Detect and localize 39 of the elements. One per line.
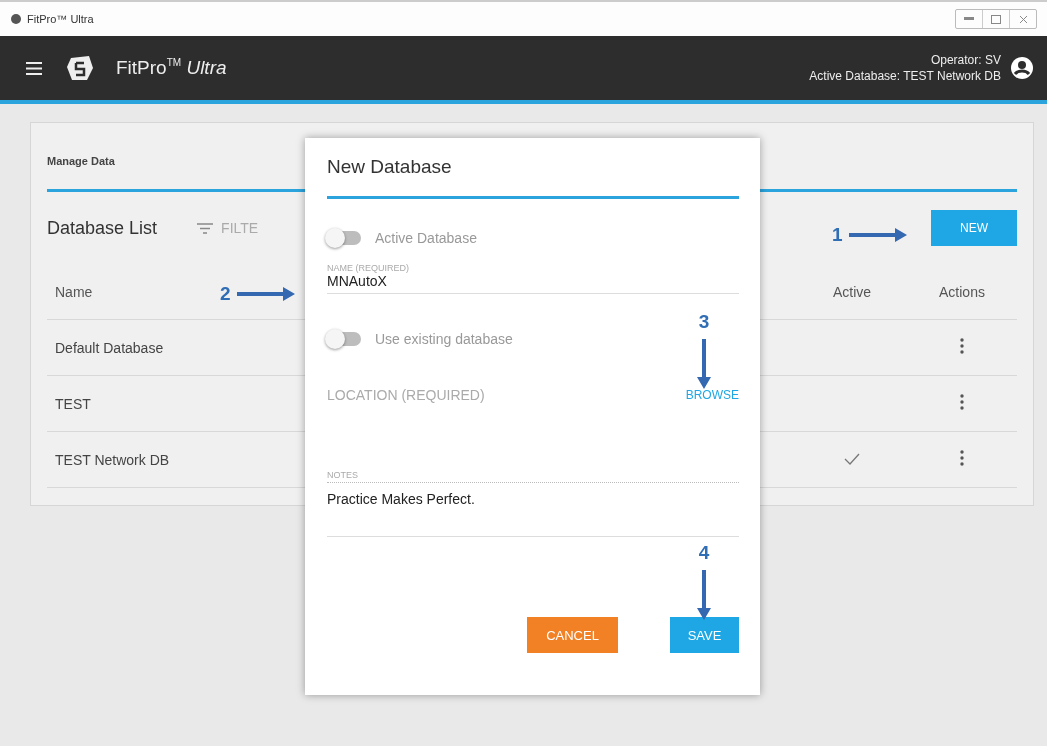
column-header: Active xyxy=(832,283,872,300)
logo-icon xyxy=(64,55,94,81)
table-cell: Default Database xyxy=(55,339,164,356)
table-cell: TEST Network DB xyxy=(55,451,170,468)
step-number: 4 xyxy=(698,542,710,564)
step-number: 1 xyxy=(832,224,843,246)
save-button[interactable]: SAVE xyxy=(670,617,739,653)
section-title: Manage Data xyxy=(47,155,115,167)
app-icon xyxy=(10,13,22,25)
step-number: 2 xyxy=(220,283,231,305)
cancel-button[interactable]: CANCEL xyxy=(527,617,618,653)
browse-button[interactable]: BROWSE xyxy=(685,388,739,402)
filter-label[interactable]: FILTE xyxy=(221,220,259,236)
notes-field[interactable]: NOTES Practice Makes Perfect. xyxy=(327,470,739,537)
operator-text: Operator: SV xyxy=(930,52,1001,68)
column-header: Name xyxy=(55,283,93,300)
maximize-icon[interactable] xyxy=(991,14,1001,24)
step-number: 3 xyxy=(698,311,710,333)
location-label: LOCATION (REQUIRED) xyxy=(327,387,485,403)
minimize-icon[interactable] xyxy=(964,17,974,21)
table-cell: TEST xyxy=(55,395,91,412)
dialog-title: New Database xyxy=(327,156,453,178)
window-title: FitPro™ Ultra xyxy=(27,13,94,25)
list-title: Database List xyxy=(47,217,158,239)
more-icon[interactable] xyxy=(960,450,964,466)
column-header: Actions xyxy=(939,283,985,300)
more-icon[interactable] xyxy=(960,338,964,354)
toggle-label: Active Database xyxy=(375,230,477,246)
toggle-label: Use existing database xyxy=(375,331,513,347)
new-button[interactable]: NEW xyxy=(931,210,1017,246)
more-icon[interactable] xyxy=(960,394,964,410)
menu-icon[interactable] xyxy=(26,61,42,75)
active-database-text: Active Database: TEST Network DB xyxy=(809,68,1001,84)
name-field[interactable]: NAME (REQUIRED) MNAutoX xyxy=(327,263,739,294)
close-icon[interactable] xyxy=(1018,14,1028,24)
user-icon[interactable] xyxy=(1011,57,1033,79)
toggle-switch[interactable] xyxy=(327,332,361,346)
filter-icon[interactable] xyxy=(197,222,214,234)
toggle-switch[interactable] xyxy=(327,231,361,245)
